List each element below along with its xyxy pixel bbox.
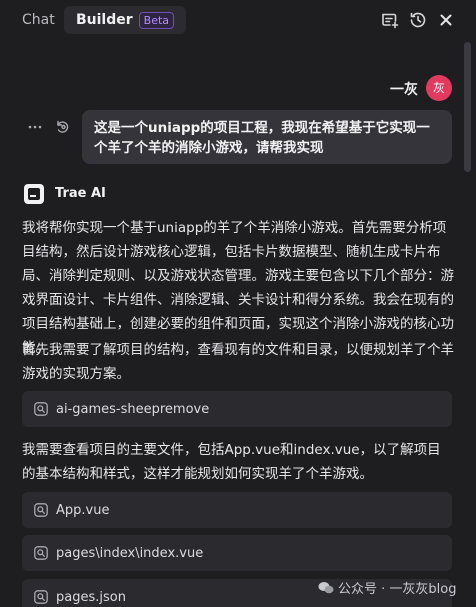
file-reference-card[interactable]: pages\index\index.vue <box>22 535 452 571</box>
file-reference-label: pages.json <box>56 589 126 605</box>
search-icon <box>34 590 48 604</box>
user-name: 一灰 <box>390 82 418 98</box>
user-message-bubble: 这是一个uniapp的项目工程，我现在希望基于它实现一个羊了个羊的消除小游戏，请… <box>82 110 452 164</box>
history-icon[interactable] <box>408 10 428 30</box>
builder-panel: Chat Builder Beta 一灰 灰 这是一个uniapp的项目工程，我… <box>0 0 476 607</box>
tab-chat[interactable]: Chat <box>12 6 65 34</box>
assistant-paragraph: 首先我需要了解项目的结构，查看现有的文件和目录，以便规划羊了个羊游戏的实现方案。 <box>22 342 454 382</box>
search-icon <box>34 503 48 517</box>
assistant-name: Trae AI <box>55 186 106 201</box>
panel-header: Chat Builder Beta <box>0 0 476 40</box>
file-reference-label: pages\index\index.vue <box>56 545 204 561</box>
more-options-icon[interactable] <box>28 120 42 134</box>
file-reference-card[interactable]: ai-games-sheepremove <box>22 391 452 427</box>
rollback-icon[interactable] <box>55 119 71 135</box>
search-icon <box>34 546 48 560</box>
beta-badge: Beta <box>138 11 175 29</box>
avatar: 灰 <box>426 75 452 101</box>
wechat-icon <box>318 581 334 595</box>
watermark-text: 公众号 · 一灰灰blog <box>338 582 457 597</box>
file-reference-card[interactable]: App.vue <box>22 492 452 528</box>
tab-builder[interactable]: Builder Beta <box>64 6 187 34</box>
new-chat-icon[interactable] <box>380 10 400 30</box>
trae-logo-icon <box>24 184 44 204</box>
search-icon <box>34 402 48 416</box>
watermark: 公众号 · 一灰灰blog <box>318 578 456 597</box>
file-reference-label: App.vue <box>56 502 110 518</box>
file-reference-label: ai-games-sheepremove <box>56 401 210 417</box>
close-icon[interactable] <box>436 10 456 30</box>
tab-builder-label: Builder <box>76 12 133 28</box>
scrollbar-thumb[interactable] <box>464 42 471 172</box>
assistant-paragraph: 我需要查看项目的主要文件，包括App.vue和index.vue，以了解项目的基… <box>22 442 441 482</box>
